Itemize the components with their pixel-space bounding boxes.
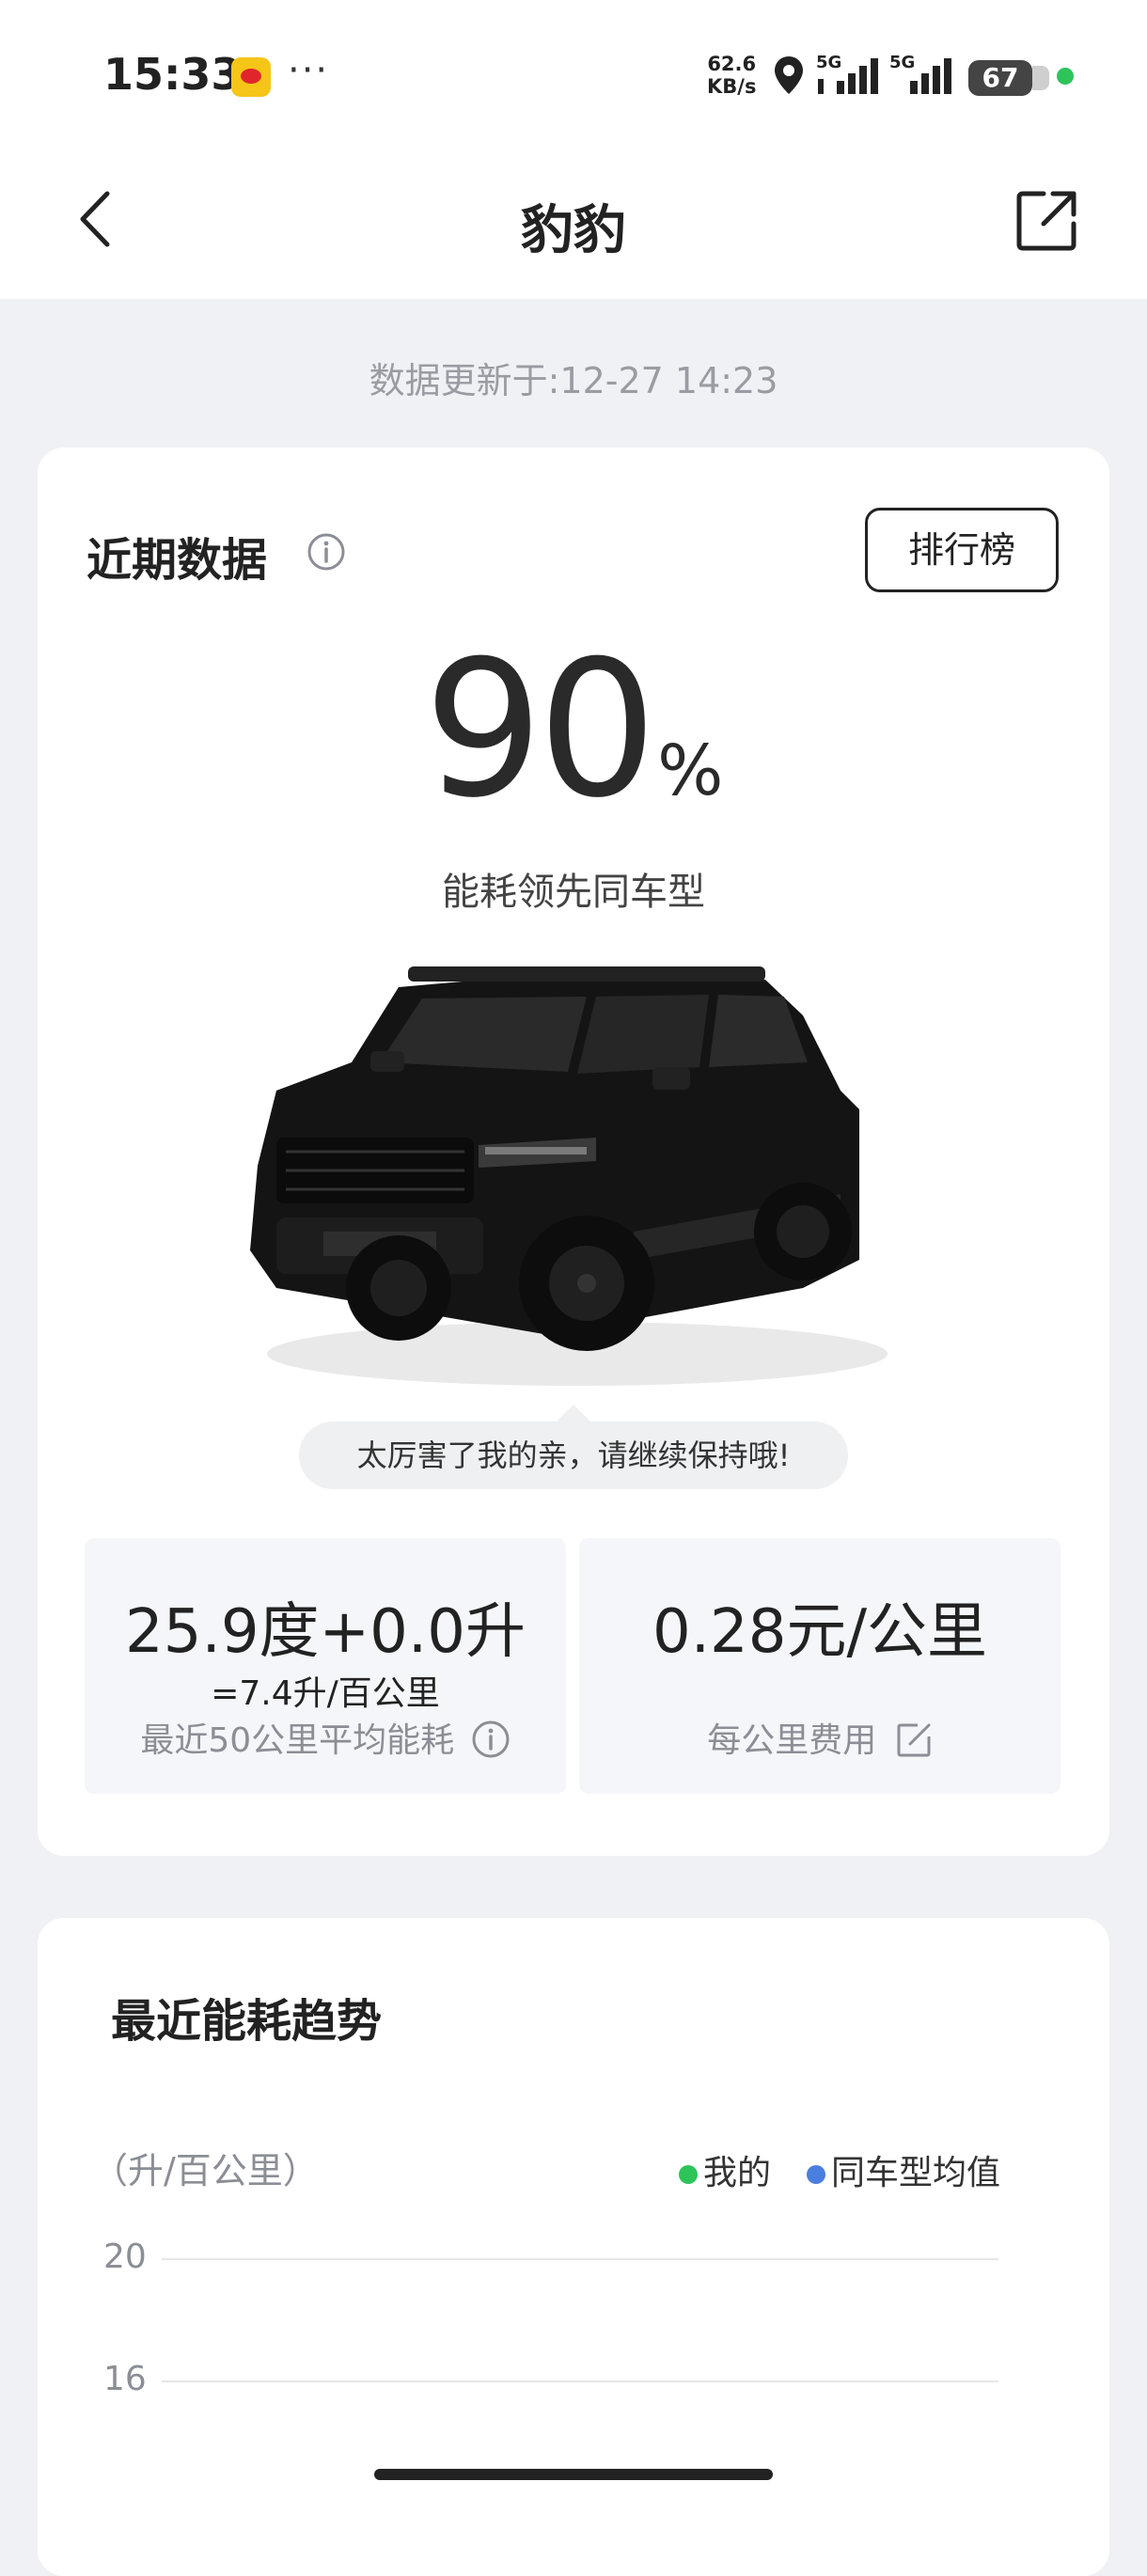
network-speed: 62.6 KB/s (707, 53, 756, 98)
battery-empty-part (1032, 66, 1049, 90)
chart-unit-label: （升/百公里） (92, 2150, 319, 2191)
data-update-time: 数据更新于:12-27 14:23 (369, 360, 778, 401)
legend-average-dot (807, 2165, 825, 2184)
cost-per-km-value: 0.28元/公里 (652, 1597, 988, 1667)
energy-info-icon[interactable] (471, 1720, 511, 1759)
weibo-app-icon (231, 57, 271, 97)
location-icon (775, 56, 803, 94)
avg-energy-caption: 最近50公里平均能耗 (85, 1713, 566, 1762)
signal-5g-icon-1: 5G (816, 53, 878, 94)
cost-per-km-caption: 每公里费用 (579, 1713, 1061, 1762)
gridline-20 (162, 2258, 998, 2260)
home-indicator[interactable] (374, 2469, 773, 2480)
recent-data-title: 近期数据 (86, 534, 268, 587)
avg-energy-caption-text: 最近50公里平均能耗 (140, 1721, 455, 1760)
vehicle-image (250, 966, 888, 1386)
info-icon[interactable] (306, 532, 346, 572)
bubble-pointer (555, 1405, 592, 1423)
percentile-label: 能耗领先同车型 (442, 871, 705, 914)
edit-icon[interactable] (895, 1721, 933, 1759)
more-notifications-icon: ··· (288, 49, 330, 92)
legend-mine-label: 我的 (703, 2154, 772, 2192)
share-icon[interactable] (1015, 188, 1079, 252)
signal-5g-label-2: 5G (889, 53, 915, 72)
percentile-value: 90 (423, 620, 657, 840)
privacy-indicator-dot (1057, 68, 1074, 85)
signal-5g-icon-2: 5G (889, 53, 951, 94)
signal-5g-label-1: 5G (816, 53, 841, 72)
cost-per-km-panel: 0.28元/公里 每公里费用 (579, 1538, 1061, 1794)
efficiency-percentile: 90% (0, 620, 1147, 840)
status-time: 15:33 (103, 49, 242, 100)
legend-average: 同车型均值 (807, 2145, 1000, 2194)
network-speed-unit: KB/s (707, 75, 757, 98)
y-tick-20: 20 (103, 2238, 147, 2276)
legend-mine-dot (679, 2165, 698, 2184)
battery-icon: 67 (968, 60, 1032, 96)
status-bar: 15:33 ··· 62.6 KB/s 5G 5G 67 (0, 0, 1147, 155)
avg-energy-equivalent: =7.4升/百公里 (211, 1674, 440, 1713)
ranking-button[interactable]: 排行榜 (865, 508, 1059, 592)
page-title: 豹豹 (521, 200, 626, 261)
legend-mine: 我的 (679, 2145, 771, 2194)
y-tick-16: 16 (103, 2360, 147, 2398)
gridline-16 (162, 2380, 998, 2382)
avg-energy-value: 25.9度+0.0升 (125, 1597, 526, 1667)
avg-energy-panel: 25.9度+0.0升 =7.4升/百公里 最近50公里平均能耗 (85, 1538, 566, 1794)
cost-per-km-caption-text: 每公里费用 (707, 1721, 877, 1760)
encouragement-bubble: 太厉害了我的亲，请继续保持哦! (299, 1422, 848, 1489)
energy-trend-title: 最近能耗趋势 (111, 1995, 383, 2048)
network-speed-value: 62.6 (707, 53, 757, 75)
percentile-unit: % (657, 730, 724, 811)
legend-average-label: 同车型均值 (831, 2154, 1001, 2192)
